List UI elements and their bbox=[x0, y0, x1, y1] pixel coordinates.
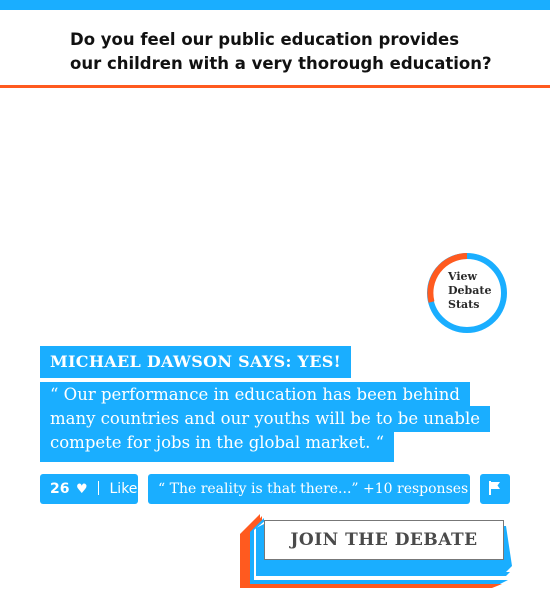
like-divider bbox=[98, 481, 100, 495]
stats-label-line-3: Stats bbox=[448, 298, 480, 311]
argument-author-heading: MICHAEL DAWSON SAYS: YES! bbox=[40, 346, 351, 378]
question-line-2: our children with a very thorough educat… bbox=[70, 54, 492, 73]
like-label: Like bbox=[109, 481, 138, 497]
heart-icon: ♥ bbox=[75, 482, 88, 497]
like-button[interactable]: 26 ♥ Like bbox=[40, 474, 138, 504]
responses-button[interactable]: “ The reality is that there...” +10 resp… bbox=[148, 474, 470, 504]
flag-button[interactable] bbox=[480, 474, 510, 504]
argument-quote-line-2: many countries and our youths will be to… bbox=[40, 406, 491, 432]
question-header: Do you feel our public education provide… bbox=[0, 0, 550, 88]
join-debate-button[interactable]: JOIN THE DEBATE bbox=[264, 520, 504, 560]
stats-label-line-1: View bbox=[448, 270, 477, 283]
flag-icon bbox=[489, 481, 500, 495]
like-count: 26 bbox=[50, 481, 70, 497]
stats-label-line-2: Debate bbox=[448, 284, 492, 297]
view-debate-stats-button[interactable]: View Debate Stats bbox=[424, 250, 510, 336]
stats-label: View Debate Stats bbox=[448, 270, 508, 312]
debate-question: Do you feel our public education provide… bbox=[70, 28, 520, 76]
question-line-1: Do you feel our public education provide… bbox=[70, 30, 460, 49]
argument-quote-line-1: “ Our performance in education has been … bbox=[40, 382, 470, 408]
argument-quote-line-3: compete for jobs in the global market. “ bbox=[40, 430, 395, 462]
